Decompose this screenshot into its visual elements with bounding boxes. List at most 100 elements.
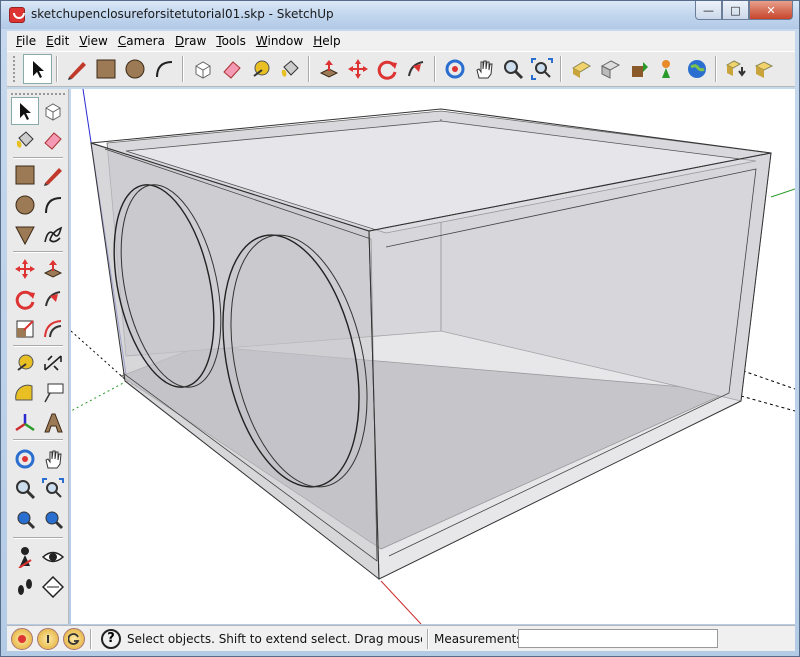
- eraser-tool-button[interactable]: [217, 54, 246, 84]
- arc-icon: [155, 61, 172, 78]
- menu-file[interactable]: File: [11, 34, 41, 48]
- menu-window[interactable]: Window: [251, 34, 308, 48]
- eraser-icon: [44, 132, 62, 150]
- menu-draw[interactable]: Draw: [170, 34, 211, 48]
- orbit-tool-button[interactable]: [11, 445, 39, 473]
- green-axis-line: [770, 188, 795, 198]
- zoom-window-button[interactable]: [39, 475, 67, 503]
- google-sign-in-icon[interactable]: [63, 627, 85, 650]
- freehand-tool-button[interactable]: [39, 221, 67, 249]
- credits-icon[interactable]: [37, 627, 59, 650]
- select-tool-button[interactable]: [23, 54, 52, 84]
- zoom-extents-button[interactable]: [527, 54, 556, 84]
- freehand-icon: [44, 226, 63, 243]
- place-model-button[interactable]: [624, 54, 653, 84]
- circle-icon: [15, 195, 35, 215]
- measurements-input[interactable]: [518, 629, 718, 648]
- look-around-button[interactable]: [39, 543, 67, 571]
- toolbar-grip[interactable]: [13, 56, 17, 82]
- maximize-button[interactable]: □: [722, 1, 749, 20]
- extension-button[interactable]: [750, 54, 779, 84]
- palette-separator: [13, 537, 63, 539]
- toolbar-separator: [56, 56, 58, 82]
- menu-help[interactable]: Help: [308, 34, 345, 48]
- push-pull-button[interactable]: [39, 255, 67, 283]
- offset-icon: [44, 320, 62, 338]
- push-pull-button[interactable]: [314, 54, 343, 84]
- main-toolbar: [7, 51, 795, 87]
- get-photo-texture-button[interactable]: [653, 54, 682, 84]
- position-camera-button[interactable]: [11, 543, 39, 571]
- rotate-tool-button[interactable]: [372, 54, 401, 84]
- red-axis-line: [380, 580, 422, 624]
- zoom-extents-icon: [45, 511, 64, 530]
- text-tool-button[interactable]: [39, 379, 67, 407]
- paint-bucket-button[interactable]: [11, 126, 39, 154]
- pan-tool-button[interactable]: [39, 445, 67, 473]
- move-tool-button[interactable]: [343, 54, 372, 84]
- share-model-button[interactable]: [595, 54, 624, 84]
- footprints-icon: [18, 579, 32, 595]
- menu-view[interactable]: View: [74, 34, 112, 48]
- paint-bucket-button[interactable]: [275, 54, 304, 84]
- axes-tool-button[interactable]: [11, 409, 39, 437]
- toolbar-separator: [715, 56, 717, 82]
- line-tool-button[interactable]: [62, 54, 91, 84]
- measurements-label: Measurements: [434, 631, 523, 646]
- hand-icon: [45, 450, 62, 469]
- arc-tool-button[interactable]: [39, 191, 67, 219]
- google-earth-button[interactable]: [682, 54, 711, 84]
- component-browser-button[interactable]: [721, 54, 750, 84]
- circle-tool-button[interactable]: [120, 54, 149, 84]
- get-models-button[interactable]: [566, 54, 595, 84]
- drawing-viewport[interactable]: [71, 89, 795, 624]
- polygon-tool-button[interactable]: [11, 221, 39, 249]
- zoom-tool-button[interactable]: [498, 54, 527, 84]
- polygon-icon: [15, 226, 35, 246]
- follow-me-button[interactable]: [401, 54, 430, 84]
- close-button[interactable]: ✕: [749, 1, 793, 20]
- title-bar[interactable]: sketchupenclosureforsitetutorial01.skp -…: [1, 1, 799, 29]
- help-question-icon[interactable]: ?: [101, 628, 121, 649]
- protractor-tool-button[interactable]: [11, 379, 39, 407]
- minimize-button[interactable]: —: [695, 1, 722, 20]
- make-component-button[interactable]: [188, 54, 217, 84]
- follow-me-button[interactable]: [39, 285, 67, 313]
- zoom-tool-button[interactable]: [11, 475, 39, 503]
- circle-tool-button[interactable]: [11, 191, 39, 219]
- offset-tool-button[interactable]: [39, 315, 67, 343]
- eraser-tool-button[interactable]: [39, 126, 67, 154]
- location-pin-icon: [18, 634, 26, 643]
- rotate-tool-button[interactable]: [11, 285, 39, 313]
- select-tool-button[interactable]: [11, 97, 39, 125]
- dimension-tool-button[interactable]: [39, 349, 67, 377]
- menu-camera[interactable]: Camera: [113, 34, 170, 48]
- tape-measure-button[interactable]: [11, 349, 39, 377]
- component-icon: [195, 61, 210, 79]
- large-tool-set-palette: [7, 89, 69, 624]
- move-tool-button[interactable]: [11, 255, 39, 283]
- make-component-button[interactable]: [39, 97, 67, 125]
- orbit-tool-button[interactable]: [440, 54, 469, 84]
- 3d-text-tool-button[interactable]: [39, 409, 67, 437]
- arc-tool-button[interactable]: [149, 54, 178, 84]
- paint-bucket-icon: [16, 131, 34, 148]
- rectangle-tool-button[interactable]: [91, 54, 120, 84]
- zoom-extents-button[interactable]: [39, 505, 67, 533]
- section-plane-icon: [42, 576, 64, 598]
- line-tool-button[interactable]: [39, 161, 67, 189]
- rectangle-icon: [96, 59, 115, 79]
- push-pull-icon: [43, 260, 63, 278]
- geo-location-icon[interactable]: [11, 627, 33, 650]
- pan-tool-button[interactable]: [469, 54, 498, 84]
- previous-view-button[interactable]: [11, 505, 39, 533]
- menu-tools[interactable]: Tools: [211, 34, 251, 48]
- walk-tool-button[interactable]: [11, 573, 39, 601]
- scale-tool-button[interactable]: [11, 315, 39, 343]
- tape-measure-icon: [17, 354, 34, 371]
- tape-measure-button[interactable]: [246, 54, 275, 84]
- rectangle-tool-button[interactable]: [11, 161, 39, 189]
- menu-bar: File Edit View Camera Draw Tools Window …: [7, 31, 795, 51]
- section-plane-button[interactable]: [39, 573, 67, 601]
- menu-edit[interactable]: Edit: [41, 34, 74, 48]
